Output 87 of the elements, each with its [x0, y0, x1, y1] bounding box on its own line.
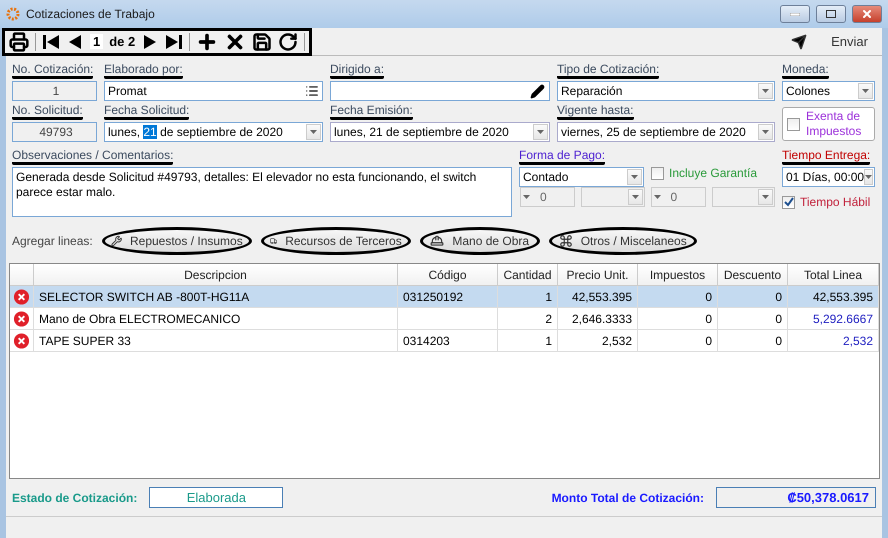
table-cell: 2: [498, 308, 558, 329]
delivery-time-spinner[interactable]: 01 Días, 00:00: [782, 167, 875, 187]
table-row[interactable]: TAPE SUPER 33 0314203 1 2,532 0 0 2,532: [10, 330, 879, 352]
table-cell: 1: [498, 330, 558, 351]
add-line-button[interactable]: Mano de Obra: [420, 227, 540, 255]
table-cell: 1: [498, 286, 558, 307]
checkbox-label: Tiempo Hábil: [800, 195, 870, 209]
number-spinner[interactable]: 0: [520, 187, 575, 207]
table-cell: 42,553.395: [788, 286, 879, 307]
delete-icon[interactable]: [13, 332, 30, 350]
table-cell: SELECTOR SWITCH AB -800T-HG11A: [34, 286, 398, 307]
maximize-button[interactable]: [816, 5, 846, 23]
table-cell: 0: [718, 330, 788, 351]
close-icon: [861, 8, 873, 20]
valid-until-picker[interactable]: viernes, 25 de septiembre de 2020: [557, 122, 775, 142]
status-label: Estado de Cotización:: [12, 490, 138, 504]
minimize-button[interactable]: [780, 5, 810, 23]
request-number-field: 49793: [12, 122, 97, 142]
table-row[interactable]: Mano de Obra ELECTROMECANICO 2 2,646.3333 0 0 5,292.6667: [10, 308, 879, 330]
author-field[interactable]: Promat: [104, 81, 323, 101]
print-button[interactable]: [9, 32, 29, 52]
quote-type-dropdown[interactable]: Reparación: [557, 81, 775, 101]
column-header[interactable]: Total Linea: [788, 264, 879, 285]
table-cell: 0: [638, 330, 718, 351]
page-count: de 2: [109, 34, 136, 49]
table-cell: 2,532: [558, 330, 638, 351]
table-cell: 42,553.395: [558, 286, 638, 307]
pencil-icon[interactable]: [530, 84, 545, 98]
add-lines-label: Agregar lineas:: [12, 234, 93, 248]
status-field: Elaborada: [149, 487, 284, 508]
table-cell: 031250192: [398, 286, 498, 307]
checkbox[interactable]: [787, 118, 800, 130]
quote-number-field: 1: [12, 81, 97, 101]
table-cell: 0: [718, 286, 788, 307]
first-icon: [42, 34, 60, 50]
comments-field[interactable]: Generada desde Solicitud #49793, detalles: El elevador no esta funcionando, el switch parece estar malo.: [12, 167, 512, 217]
refresh-button[interactable]: [278, 32, 298, 52]
number-spinner[interactable]: 0: [650, 187, 706, 207]
delete-icon[interactable]: [13, 310, 30, 328]
column-header[interactable]: Código: [398, 264, 498, 285]
table-cell: Mano de Obra ELECTROMECANICO: [34, 308, 398, 329]
minimize-icon: [790, 12, 800, 16]
command-key-icon: [558, 234, 573, 248]
first-button[interactable]: [42, 34, 60, 50]
add-line-button[interactable]: Repuestos / Insumos: [102, 227, 252, 255]
wrench-icon: [110, 234, 122, 248]
table-cell: TAPE SUPER 33: [34, 330, 398, 351]
paper-plane-icon: [791, 34, 808, 50]
recipient-field[interactable]: [330, 81, 550, 101]
hard-hat-icon: [430, 234, 444, 248]
table-row[interactable]: SELECTOR SWITCH AB -800T-HG11A 031250192 1 42,553.395 0 0 42,553.395: [10, 286, 879, 308]
delete-icon[interactable]: [13, 288, 30, 306]
column-header[interactable]: Cantidad: [498, 264, 558, 285]
table-cell: 2,532: [788, 330, 879, 351]
send-button[interactable]: Enviar: [783, 34, 876, 50]
table-cell: 2,646.3333: [558, 308, 638, 329]
window-title: Cotizaciones de Trabajo: [26, 7, 156, 21]
table-cell: 0: [638, 308, 718, 329]
total-label: Monto Total de Cotización:: [552, 490, 704, 504]
save-button[interactable]: [252, 32, 272, 52]
checkbox[interactable]: [782, 196, 795, 208]
gear-icon: [6, 7, 20, 21]
last-icon: [165, 34, 184, 50]
table-cell: 0: [718, 308, 788, 329]
total-field: ₡50,378.0617: [716, 487, 876, 508]
page-number[interactable]: 1: [90, 34, 104, 49]
add-line-button[interactable]: Recursos de Terceros: [260, 227, 411, 255]
table-cell: 0314203: [398, 330, 498, 351]
list-icon[interactable]: [305, 84, 319, 98]
add-line-button[interactable]: Otros / Miscelaneos: [548, 227, 697, 255]
request-date-picker[interactable]: lunes, 21 de septiembre de 2020: [104, 122, 323, 142]
issue-date-picker[interactable]: lunes, 21 de septiembre de 2020: [330, 122, 550, 142]
payment-dropdown[interactable]: Contado: [519, 167, 644, 187]
column-header[interactable]: Impuestos: [638, 264, 718, 285]
checkbox[interactable]: [651, 166, 664, 180]
table-cell: 0: [638, 286, 718, 307]
column-header[interactable]: Descripcion: [34, 264, 398, 285]
column-header[interactable]: Descuento: [718, 264, 788, 285]
maximize-icon: [826, 10, 836, 18]
column-header[interactable]: Precio Unit.: [558, 264, 638, 285]
currency-dropdown[interactable]: Colones: [782, 81, 875, 101]
table-cell: 5,292.6667: [788, 308, 879, 329]
checkbox-label: Incluye Garantía: [669, 166, 758, 180]
last-button[interactable]: [165, 34, 184, 50]
checkbox-label: Exenta de Impuestos: [806, 109, 862, 139]
close-button[interactable]: [852, 5, 882, 23]
spinner-arrows-icon[interactable]: [864, 169, 874, 185]
